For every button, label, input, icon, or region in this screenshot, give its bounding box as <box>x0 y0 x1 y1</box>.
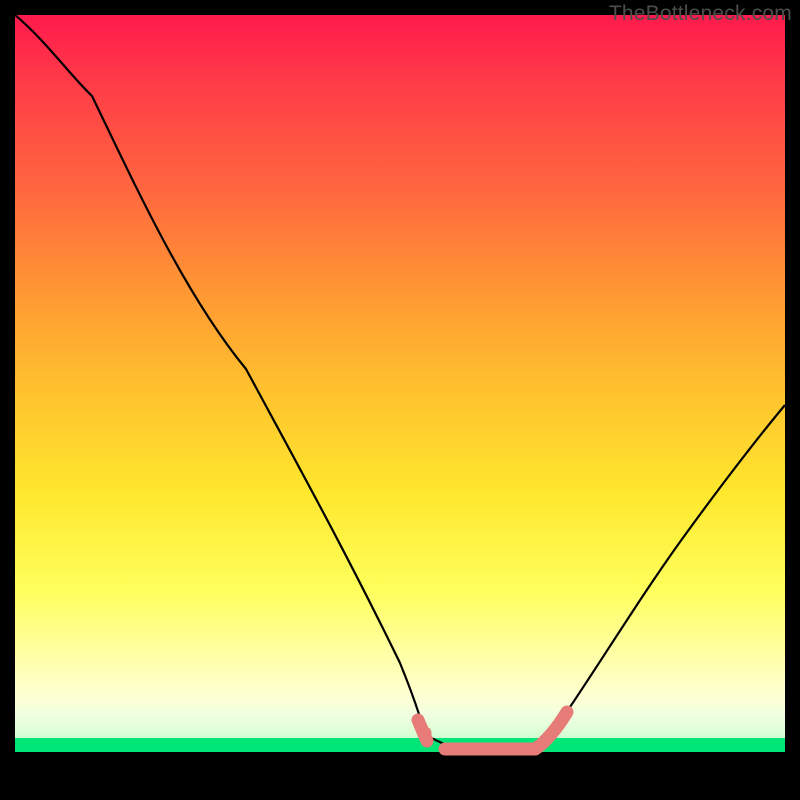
green-bottom-strip <box>15 738 785 752</box>
watermark-text: TheBottleneck.com <box>609 2 792 26</box>
chart-frame <box>15 15 785 785</box>
gradient-background <box>15 15 785 752</box>
